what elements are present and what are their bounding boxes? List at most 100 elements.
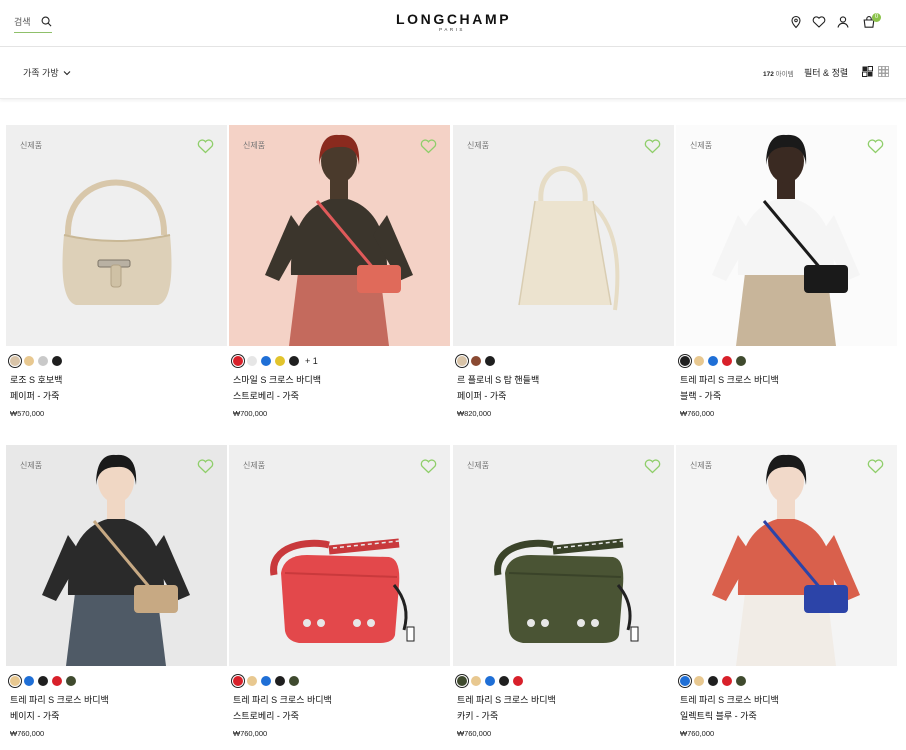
search-field[interactable]: 검색 bbox=[14, 14, 52, 33]
color-swatch[interactable] bbox=[24, 676, 34, 686]
color-swatch[interactable] bbox=[513, 676, 523, 686]
grid-view-small-icon[interactable] bbox=[878, 66, 889, 77]
product-image[interactable]: 신제품 bbox=[453, 445, 674, 666]
crossbody-bag-image bbox=[494, 538, 639, 643]
product-card[interactable]: 신제품 + 1 스마일 S 크로스 바디백 스트로베리 - 가죽 ₩700,00… bbox=[229, 125, 450, 418]
color-swatch[interactable] bbox=[10, 676, 20, 686]
model-photo-image bbox=[676, 445, 897, 666]
color-swatch[interactable] bbox=[261, 676, 271, 686]
heart-icon[interactable] bbox=[644, 459, 661, 474]
store-locator-icon[interactable] bbox=[789, 15, 803, 29]
color-swatch[interactable] bbox=[722, 676, 732, 686]
color-swatch[interactable] bbox=[275, 356, 285, 366]
product-image[interactable]: 신제품 bbox=[229, 445, 450, 666]
product-color: 페이퍼 - 가죽 bbox=[10, 391, 60, 401]
heart-icon[interactable] bbox=[867, 459, 884, 474]
hobo-bag-image bbox=[62, 179, 172, 305]
product-name[interactable]: 트레 파리 S 크로스 바디백 bbox=[457, 693, 556, 706]
new-badge: 신제품 bbox=[20, 461, 43, 470]
color-swatch[interactable] bbox=[10, 356, 20, 366]
product-card[interactable]: 신제품 트레 파리 S 크로스 바디백 블랙 - 가죽 ₩760,000 bbox=[676, 125, 897, 418]
color-swatch[interactable] bbox=[471, 676, 481, 686]
product-name[interactable]: 로조 S 호보백 bbox=[10, 373, 62, 386]
color-swatch[interactable] bbox=[66, 676, 76, 686]
product-color: 블랙 - 가죽 bbox=[680, 391, 722, 401]
color-swatch[interactable] bbox=[471, 356, 481, 366]
filter-sort-button[interactable]: 필터 & 정렬 bbox=[804, 66, 848, 79]
product-card[interactable]: 신제품 로조 S 호보백 페이퍼 - 가죽 ₩570,000 bbox=[6, 125, 227, 418]
heart-icon[interactable] bbox=[420, 139, 437, 154]
color-swatch[interactable] bbox=[38, 676, 48, 686]
family-dropdown-label: 가족 가방 bbox=[23, 68, 59, 78]
product-card[interactable]: 신제품 트레 파리 S 크로스 바디백 카키 - 가죽 ₩760,000 bbox=[453, 445, 674, 738]
product-name[interactable]: 르 플로네 S 탑 핸들백 bbox=[457, 373, 539, 386]
new-badge: 신제품 bbox=[467, 141, 490, 150]
product-name[interactable]: 트레 파리 S 크로스 바디백 bbox=[233, 693, 332, 706]
product-name[interactable]: 트레 파리 S 크로스 바디백 bbox=[680, 373, 779, 386]
family-dropdown[interactable]: 가족 가방 bbox=[23, 66, 71, 79]
color-swatch[interactable] bbox=[694, 356, 704, 366]
product-image[interactable]: 신제품 bbox=[676, 125, 897, 346]
color-swatch[interactable] bbox=[736, 356, 746, 366]
color-swatch[interactable] bbox=[289, 676, 299, 686]
color-swatch[interactable] bbox=[275, 676, 285, 686]
result-count-number: 172 bbox=[763, 71, 774, 78]
color-swatch[interactable] bbox=[485, 356, 495, 366]
wishlist-icon[interactable] bbox=[812, 15, 826, 29]
color-swatch[interactable] bbox=[457, 356, 467, 366]
product-image[interactable]: 신제품 bbox=[453, 125, 674, 346]
color-swatches bbox=[10, 675, 76, 687]
product-card[interactable]: 신제품 트레 파리 S 크로스 바디백 스트로베리 - 가죽 ₩760,000 bbox=[229, 445, 450, 738]
color-swatch[interactable] bbox=[485, 676, 495, 686]
product-price: ₩700,000 bbox=[233, 409, 268, 418]
new-badge: 신제품 bbox=[467, 461, 490, 470]
color-swatch[interactable] bbox=[499, 676, 509, 686]
product-image[interactable]: 신제품 bbox=[6, 125, 227, 346]
color-swatch[interactable] bbox=[24, 356, 34, 366]
heart-icon[interactable] bbox=[197, 459, 214, 474]
color-swatch[interactable] bbox=[708, 676, 718, 686]
search-icon[interactable] bbox=[41, 16, 52, 27]
product-image[interactable]: 신제품 bbox=[6, 445, 227, 666]
color-swatch[interactable] bbox=[52, 676, 62, 686]
result-count-label: 아이템 bbox=[775, 71, 794, 78]
color-swatch[interactable] bbox=[247, 676, 257, 686]
color-swatch[interactable] bbox=[52, 356, 62, 366]
product-color: 스트로베리 - 가죽 bbox=[233, 391, 299, 401]
color-swatches bbox=[680, 675, 746, 687]
chevron-down-icon bbox=[63, 70, 71, 75]
color-swatch[interactable] bbox=[736, 676, 746, 686]
heart-icon[interactable] bbox=[644, 139, 661, 154]
color-swatch[interactable] bbox=[261, 356, 271, 366]
brand-logo[interactable]: LONGCHAMP PARIS bbox=[396, 12, 509, 33]
color-swatches bbox=[10, 355, 62, 367]
color-swatch[interactable] bbox=[247, 356, 257, 366]
color-swatch[interactable] bbox=[722, 356, 732, 366]
color-swatch[interactable] bbox=[694, 676, 704, 686]
account-icon[interactable] bbox=[836, 15, 850, 29]
heart-icon[interactable] bbox=[867, 139, 884, 154]
product-price: ₩760,000 bbox=[457, 729, 492, 738]
product-card[interactable]: 신제품 르 플로네 S 탑 핸들백 페이퍼 - 가죽 ₩820,000 bbox=[453, 125, 674, 418]
product-card[interactable]: 신제품 트레 파리 S 크로스 바디백 베이지 - 가죽 ₩760,000 bbox=[6, 445, 227, 738]
product-image[interactable]: 신제품 bbox=[676, 445, 897, 666]
heart-icon[interactable] bbox=[420, 459, 437, 474]
product-image[interactable]: 신제품 bbox=[229, 125, 450, 346]
product-name[interactable]: 트레 파리 S 크로스 바디백 bbox=[680, 693, 779, 706]
color-swatch[interactable] bbox=[680, 356, 690, 366]
color-swatch[interactable] bbox=[457, 676, 467, 686]
filter-bar: 가족 가방 172 아이템 필터 & 정렬 bbox=[0, 47, 906, 99]
grid-view-large-icon[interactable] bbox=[862, 66, 873, 77]
color-swatch[interactable] bbox=[708, 356, 718, 366]
color-swatch[interactable] bbox=[233, 676, 243, 686]
product-card[interactable]: 신제품 트레 파리 S 크로스 바디백 일렉트릭 블루 - 가죽 ₩760,00… bbox=[676, 445, 897, 738]
color-swatch[interactable] bbox=[680, 676, 690, 686]
color-swatch[interactable] bbox=[289, 356, 299, 366]
heart-icon[interactable] bbox=[197, 139, 214, 154]
color-swatches bbox=[457, 675, 523, 687]
product-name[interactable]: 트레 파리 S 크로스 바디백 bbox=[10, 693, 109, 706]
color-swatch[interactable] bbox=[233, 356, 243, 366]
color-swatch[interactable] bbox=[38, 356, 48, 366]
more-colors-link[interactable]: + 1 bbox=[305, 356, 318, 366]
product-name[interactable]: 스마일 S 크로스 바디백 bbox=[233, 373, 321, 386]
